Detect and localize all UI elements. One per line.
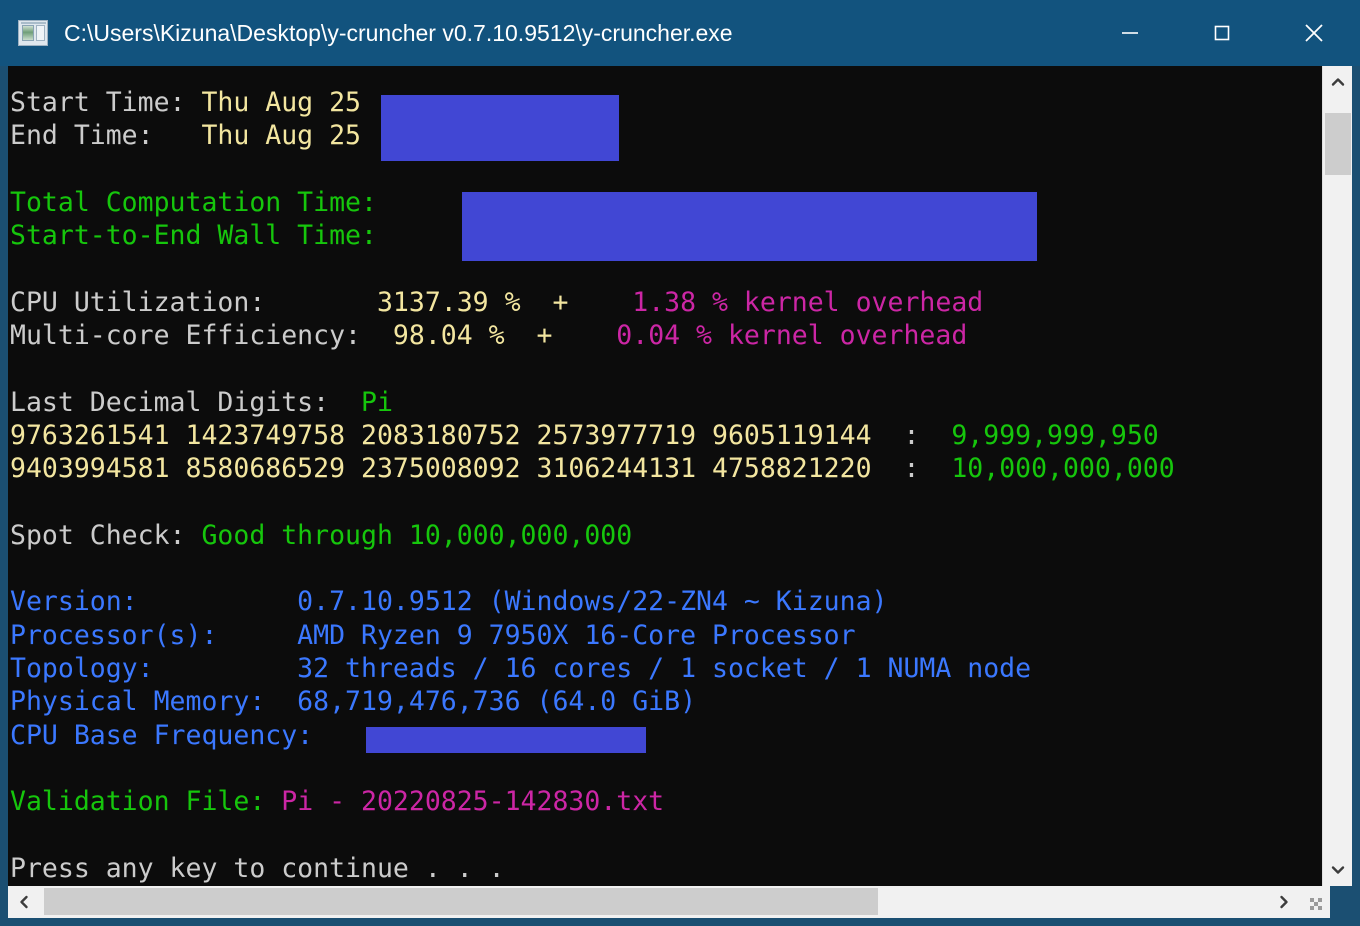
console-line-last-decimal-digits: Last Decimal Digits: Pi xyxy=(10,386,1175,419)
console-line-cpu-utilization: CPU Utilization: 3137.39 % + 1.38 % kern… xyxy=(10,286,1175,319)
resize-grip[interactable] xyxy=(1306,894,1326,914)
console-segment: Version: 0.7.10.9512 (Windows/22-ZN4 ~ K… xyxy=(10,586,888,617)
title-bar[interactable]: C:\Users\Kizuna\Desktop\y-cruncher v0.7.… xyxy=(0,0,1360,66)
chevron-down-icon[interactable] xyxy=(1323,854,1352,886)
console-line-spot-check: Spot Check: Good through 10,000,000,000 xyxy=(10,519,1175,552)
console-text: Start Time: Thu Aug 25End Time: Thu Aug … xyxy=(8,66,1175,885)
console-line-blank-4 xyxy=(10,486,1175,519)
resize-grip-dot xyxy=(1314,902,1318,906)
close-button[interactable] xyxy=(1268,0,1360,66)
console-segment: Last Decimal Digits: xyxy=(10,387,361,418)
console-line-blank-3 xyxy=(10,352,1175,385)
console-segment: Thu Aug 25 xyxy=(201,87,361,118)
computation-wall-time-redaction xyxy=(462,192,1037,261)
console-segment: 98.04 % xyxy=(393,320,505,351)
app-icon-pane-right xyxy=(36,25,45,41)
console-segment: Start Time: xyxy=(10,87,201,118)
console-segment: Good through 10,000,000,000 xyxy=(201,520,632,551)
console-segment: Validation File: xyxy=(10,786,281,817)
chevron-left-icon[interactable] xyxy=(8,886,40,917)
console-line-blank-7 xyxy=(10,819,1175,852)
console-app-icon[interactable] xyxy=(18,20,48,46)
app-icon-strip xyxy=(21,22,46,24)
console-segment: 10,000,000,000 xyxy=(951,453,1174,484)
window-controls xyxy=(1084,0,1360,66)
console-window: C:\Users\Kizuna\Desktop\y-cruncher v0.7.… xyxy=(0,0,1360,926)
app-icon-pane-left xyxy=(22,25,34,41)
console-line-blank-6 xyxy=(10,752,1175,785)
start-end-time-redaction xyxy=(381,95,619,161)
console-line-validation-file: Validation File: Pi - 20220825-142830.tx… xyxy=(10,785,1175,818)
console-segment: + xyxy=(505,320,617,351)
maximize-button[interactable] xyxy=(1176,0,1268,66)
console-line-version: Version: 0.7.10.9512 (Windows/22-ZN4 ~ K… xyxy=(10,585,1175,618)
console-segment: + xyxy=(521,287,633,318)
console-segment: : xyxy=(872,453,952,484)
console-segment: End Time: xyxy=(10,120,201,151)
console-segment: Press any key to continue . . . xyxy=(10,853,521,884)
window-title: C:\Users\Kizuna\Desktop\y-cruncher v0.7.… xyxy=(64,20,733,47)
console-segment: 9,999,999,950 xyxy=(951,420,1158,451)
console-segment: Pi - 20220825-142830.txt xyxy=(281,786,664,817)
console-segment: Pi xyxy=(361,387,393,418)
console-segment: Total Computation Time: xyxy=(10,187,377,218)
console-line-digits-row-2: 9403994581 8580686529 2375008092 3106244… xyxy=(10,452,1175,485)
chevron-up-icon[interactable] xyxy=(1323,66,1352,98)
console-line-multi-core-efficiency: Multi-core Efficiency: 98.04 % + 0.04 % … xyxy=(10,319,1175,352)
console-line-blank-5 xyxy=(10,552,1175,585)
console-segment: CPU Utilization: xyxy=(10,287,377,318)
console-segment: 9403994581 8580686529 2375008092 3106244… xyxy=(10,453,872,484)
resize-grip-dot xyxy=(1310,906,1314,910)
console-segment: CPU Base Frequency: xyxy=(10,720,329,751)
console-segment: 3137.39 % xyxy=(377,287,521,318)
console-segment: : xyxy=(872,420,952,451)
console-segment: 0.04 % kernel overhead xyxy=(616,320,967,351)
console-segment: Processor(s): AMD Ryzen 9 7950X 16-Core … xyxy=(10,620,856,651)
title-bar-left: C:\Users\Kizuna\Desktop\y-cruncher v0.7.… xyxy=(0,20,1084,47)
console-line-digits-row-1: 9763261541 1423749758 2083180752 2573977… xyxy=(10,419,1175,452)
chevron-right-icon[interactable] xyxy=(1268,886,1300,917)
console-segment: Physical Memory: 68,719,476,736 (64.0 Gi… xyxy=(10,686,696,717)
console-segment: Spot Check: xyxy=(10,520,201,551)
resize-grip-dot xyxy=(1318,906,1322,910)
console-line-physical-memory: Physical Memory: 68,719,476,736 (64.0 Gi… xyxy=(10,685,1175,718)
horizontal-scroll-thumb[interactable] xyxy=(44,888,878,915)
console-segment: Start-to-End Wall Time: xyxy=(10,220,377,251)
cpu-base-frequency-redaction xyxy=(366,727,646,753)
console-segment: Multi-core Efficiency: xyxy=(10,320,393,351)
horizontal-scrollbar[interactable] xyxy=(8,886,1330,918)
console-line-processors: Processor(s): AMD Ryzen 9 7950X 16-Core … xyxy=(10,619,1175,652)
console-segment: 9763261541 1423749758 2083180752 2573977… xyxy=(10,420,872,451)
console-output-area[interactable]: Start Time: Thu Aug 25End Time: Thu Aug … xyxy=(8,66,1330,886)
console-segment: 1.38 % kernel overhead xyxy=(632,287,983,318)
console-segment: Topology: 32 threads / 16 cores / 1 sock… xyxy=(10,653,1031,684)
vertical-scrollbar[interactable] xyxy=(1322,66,1352,886)
vertical-scroll-thumb[interactable] xyxy=(1325,113,1351,175)
console-segment: Thu Aug 25 xyxy=(201,120,361,151)
minimize-button[interactable] xyxy=(1084,0,1176,66)
console-line-press-any-key: Press any key to continue . . . xyxy=(10,852,1175,885)
resize-grip-dot xyxy=(1318,898,1322,902)
console-line-topology: Topology: 32 threads / 16 cores / 1 sock… xyxy=(10,652,1175,685)
